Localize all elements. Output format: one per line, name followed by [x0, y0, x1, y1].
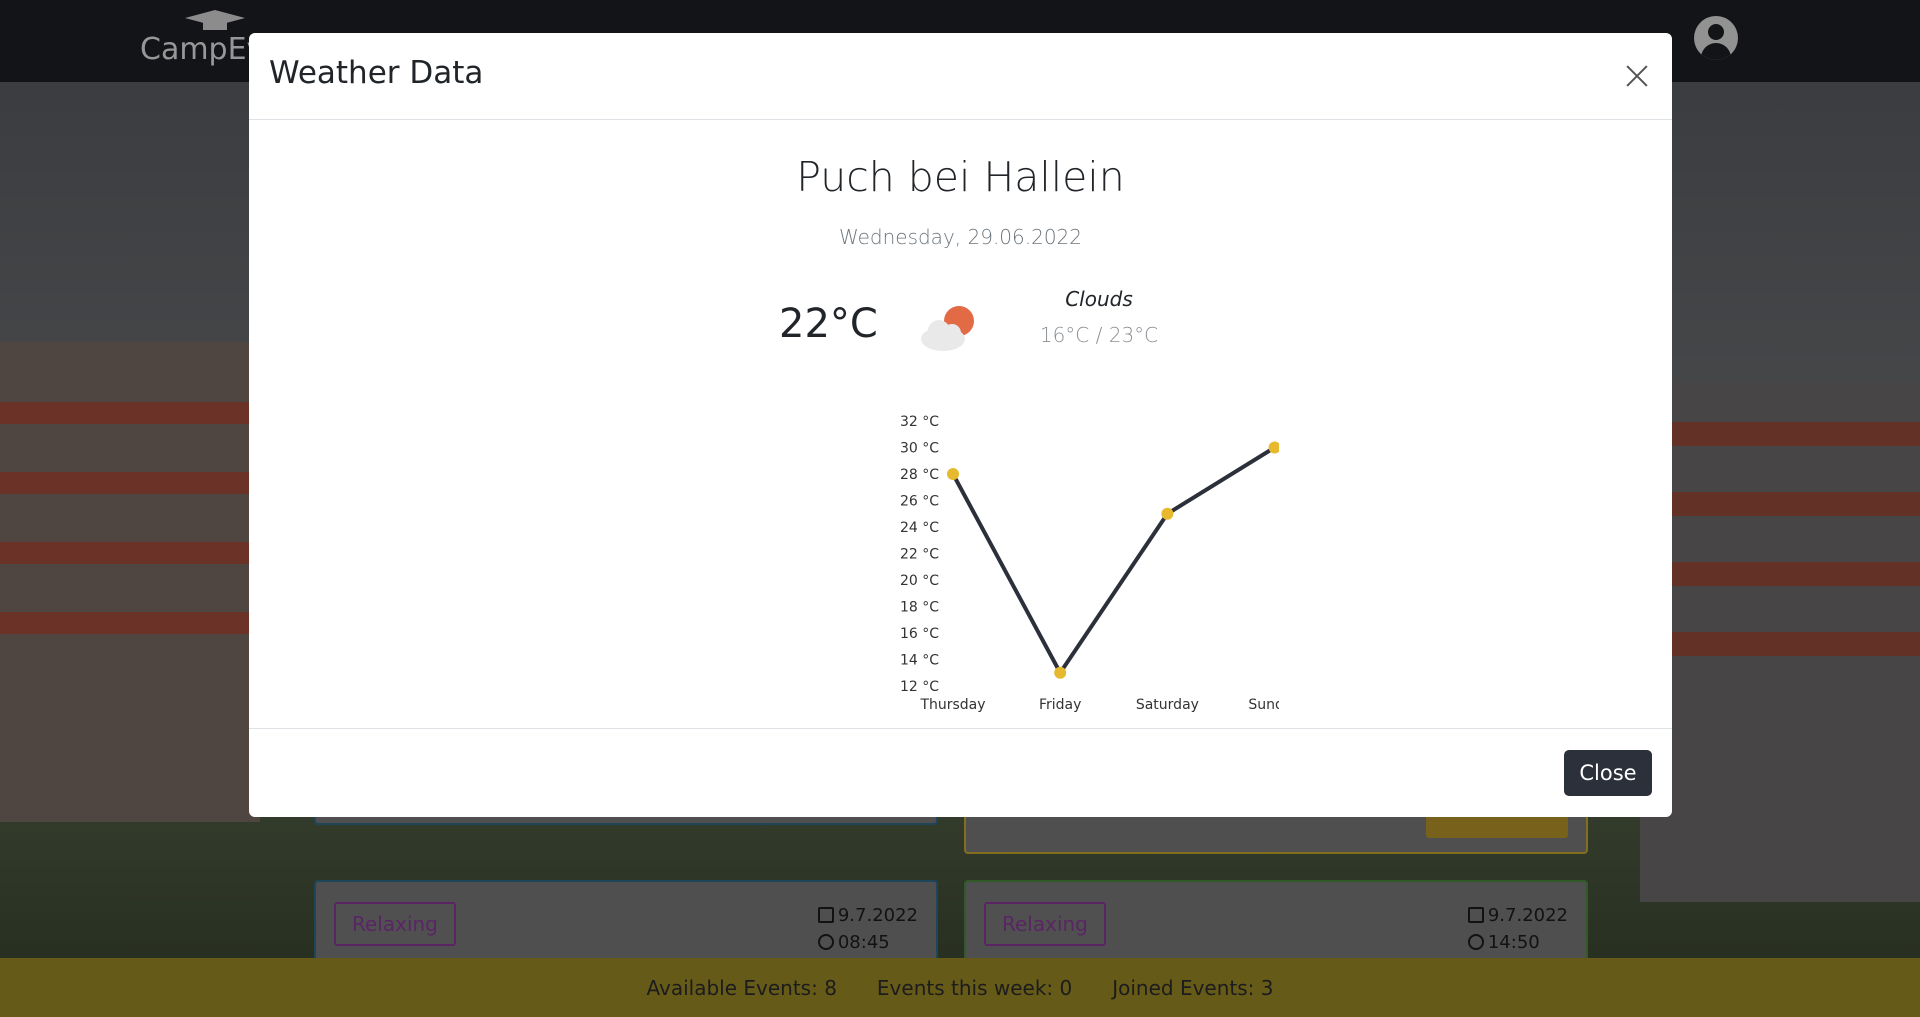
y-tick-label: 22 °C — [900, 547, 939, 563]
y-tick-label: 14 °C — [900, 653, 939, 669]
x-tick-label: Friday — [1039, 697, 1081, 713]
y-tick-label: 28 °C — [900, 467, 939, 483]
min-max-temperature: 16°C / 23°C — [1039, 323, 1159, 347]
data-point[interactable] — [1161, 507, 1174, 520]
weather-date: Wednesday, 29.06.2022 — [838, 225, 1083, 249]
y-tick-label: 20 °C — [900, 573, 939, 589]
weather-condition: Clouds — [1065, 287, 1133, 311]
y-tick-label: 32 °C — [900, 414, 939, 430]
x-tick-label: Thursday — [919, 697, 985, 713]
x-tick-label: Sunday — [1248, 697, 1279, 713]
modal-title: Weather Data — [269, 55, 484, 91]
cloud-sun-icon — [921, 306, 974, 351]
modal-footer: Close — [249, 728, 1672, 817]
y-tick-label: 26 °C — [900, 494, 939, 510]
data-point[interactable] — [1054, 666, 1067, 679]
y-tick-label: 24 °C — [900, 520, 939, 536]
y-tick-label: 18 °C — [900, 600, 939, 616]
weather-modal: Weather Data Puch bei Hallein Wednesday,… — [249, 33, 1672, 817]
city-name: Puch bei Hallein — [796, 153, 1125, 201]
y-tick-label: 30 °C — [900, 441, 939, 457]
y-tick-label: 16 °C — [900, 626, 939, 642]
modal-header: Weather Data — [249, 33, 1672, 120]
current-temperature: 22°C — [779, 301, 878, 347]
close-icon[interactable] — [1620, 59, 1654, 93]
y-tick-label: 12 °C — [900, 679, 939, 695]
x-tick-label: Saturday — [1136, 697, 1199, 713]
temperature-line-chart: 12 °C 14 °C 16 °C 18 °C 20 °C 22 °C 24 °C 26 °C… — [900, 414, 1279, 713]
close-button[interactable]: Close — [1564, 750, 1652, 796]
temperature-series-line — [951, 445, 1279, 675]
data-point[interactable] — [947, 468, 959, 480]
